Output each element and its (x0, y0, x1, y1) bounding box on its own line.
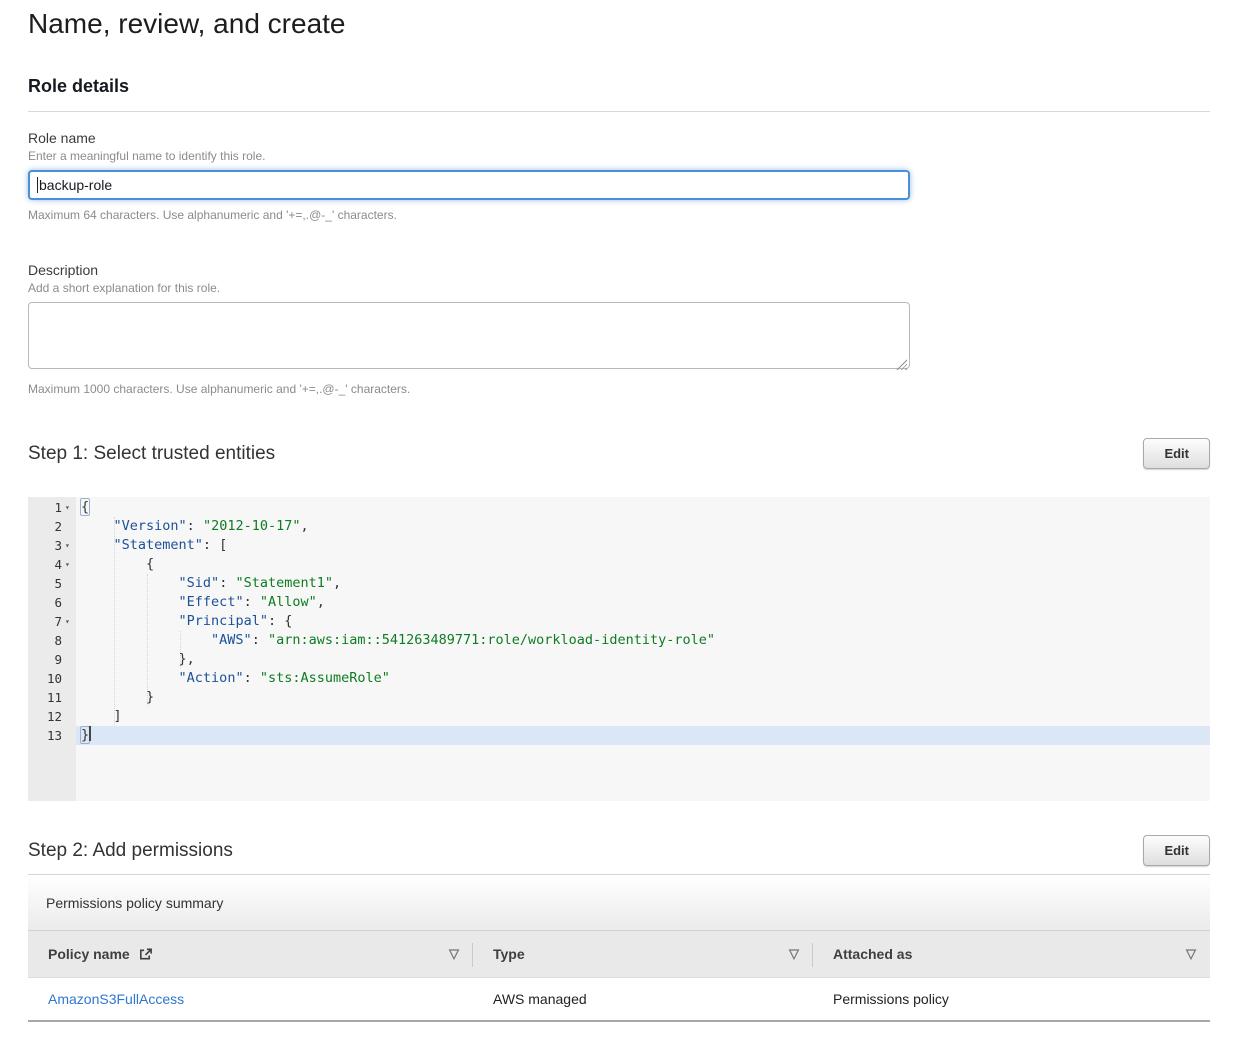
description-constraint: Maximum 1000 characters. Use alphanumeri… (28, 382, 1210, 396)
step1-edit-button[interactable]: Edit (1143, 438, 1210, 469)
line-number: 4▾ (28, 555, 76, 574)
role-name-constraint: Maximum 64 characters. Use alphanumeric … (28, 208, 1210, 222)
code-line: "Sid": "Statement1", (76, 574, 1210, 593)
cell-type: AWS managed (473, 978, 813, 1020)
external-link-icon (138, 947, 153, 962)
line-number: 6 (28, 593, 76, 612)
line-number: 9 (28, 650, 76, 669)
fold-caret-icon[interactable]: ▾ (62, 617, 76, 626)
role-name-field: Role name Enter a meaningful name to ide… (28, 130, 1210, 222)
divider (28, 111, 1210, 112)
step2-edit-button[interactable]: Edit (1143, 835, 1210, 866)
step2-heading: Step 2: Add permissions (28, 840, 233, 862)
code-line: "Principal": { (76, 612, 1210, 631)
column-label: Type (493, 946, 525, 962)
page: Name, review, and create Role details Ro… (28, 8, 1210, 1022)
line-number: 13 (28, 726, 76, 745)
column-header-attached-as[interactable]: Attached as ▽ (813, 931, 1210, 977)
code-line: ] (76, 707, 1210, 726)
line-number: 7▾ (28, 612, 76, 631)
text-cursor (37, 177, 38, 193)
code-line: { (76, 555, 1210, 574)
step1-section: Step 1: Select trusted entities Edit 1▾2… (28, 438, 1210, 801)
role-name-help: Enter a meaningful name to identify this… (28, 149, 1210, 163)
filter-triangle-icon[interactable]: ▽ (789, 946, 799, 962)
code-line: { (76, 498, 1210, 517)
column-header-policy-name[interactable]: Policy name ▽ (28, 931, 473, 977)
fold-caret-icon[interactable]: ▾ (62, 541, 76, 550)
column-header-type[interactable]: Type ▽ (473, 931, 813, 977)
line-number: 5 (28, 574, 76, 593)
line-number: 1▾ (28, 498, 76, 517)
line-number: 12 (28, 707, 76, 726)
policy-table-header: Policy name ▽ Type ▽ Attached a (28, 931, 1210, 978)
permissions-panel: Permissions policy summary Policy name ▽… (28, 874, 1210, 1022)
policy-link[interactable]: AmazonS3FullAccess (48, 991, 184, 1007)
page-title: Name, review, and create (28, 8, 1210, 40)
code-line: } (76, 726, 1210, 745)
description-label: Description (28, 262, 1210, 278)
filter-triangle-icon[interactable]: ▽ (1186, 946, 1196, 962)
code-line: }, (76, 650, 1210, 669)
code-line: "Statement": [ (76, 536, 1210, 555)
code-line: "Action": "sts:AssumeRole" (76, 669, 1210, 688)
column-label: Policy name (48, 946, 130, 962)
filter-triangle-icon[interactable]: ▽ (449, 946, 459, 962)
role-details-section: Role details Role name Enter a meaningfu… (28, 76, 1210, 396)
fold-caret-icon[interactable]: ▾ (62, 503, 76, 512)
cell-policy-name: AmazonS3FullAccess (28, 978, 473, 1020)
description-textarea[interactable] (28, 302, 910, 369)
table-row: AmazonS3FullAccess AWS managedPermissions… (28, 978, 1210, 1022)
description-help: Add a short explanation for this role. (28, 281, 1210, 295)
line-number: 3▾ (28, 536, 76, 555)
step2-section: Step 2: Add permissions Edit Permissions… (28, 835, 1210, 1022)
line-number: 8 (28, 631, 76, 650)
code-line: "Effect": "Allow", (76, 593, 1210, 612)
role-name-input[interactable] (28, 170, 910, 200)
code-line: } (76, 688, 1210, 707)
column-label: Attached as (833, 946, 912, 962)
trust-policy-json-editor[interactable]: 1▾23▾4▾567▾8910111213 { "Version": "2012… (28, 497, 1210, 801)
role-name-label: Role name (28, 130, 1210, 146)
step1-heading: Step 1: Select trusted entities (28, 443, 275, 465)
cell-attached-as: Permissions policy (813, 978, 1210, 1020)
line-number: 11 (28, 688, 76, 707)
policy-table-body: AmazonS3FullAccess AWS managedPermissions… (28, 978, 1210, 1022)
text-cursor (89, 726, 91, 741)
role-details-heading: Role details (28, 76, 1210, 97)
permissions-panel-title: Permissions policy summary (28, 875, 1210, 931)
line-number: 10 (28, 669, 76, 688)
editor-gutter: 1▾23▾4▾567▾8910111213 (28, 497, 76, 801)
editor-code: { "Version": "2012-10-17", "Statement": … (76, 497, 1210, 801)
line-number: 2 (28, 517, 76, 536)
fold-caret-icon[interactable]: ▾ (62, 560, 76, 569)
code-line: "AWS": "arn:aws:iam::541263489771:role/w… (76, 631, 1210, 650)
code-line: "Version": "2012-10-17", (76, 517, 1210, 536)
description-field: Description Add a short explanation for … (28, 262, 1210, 396)
